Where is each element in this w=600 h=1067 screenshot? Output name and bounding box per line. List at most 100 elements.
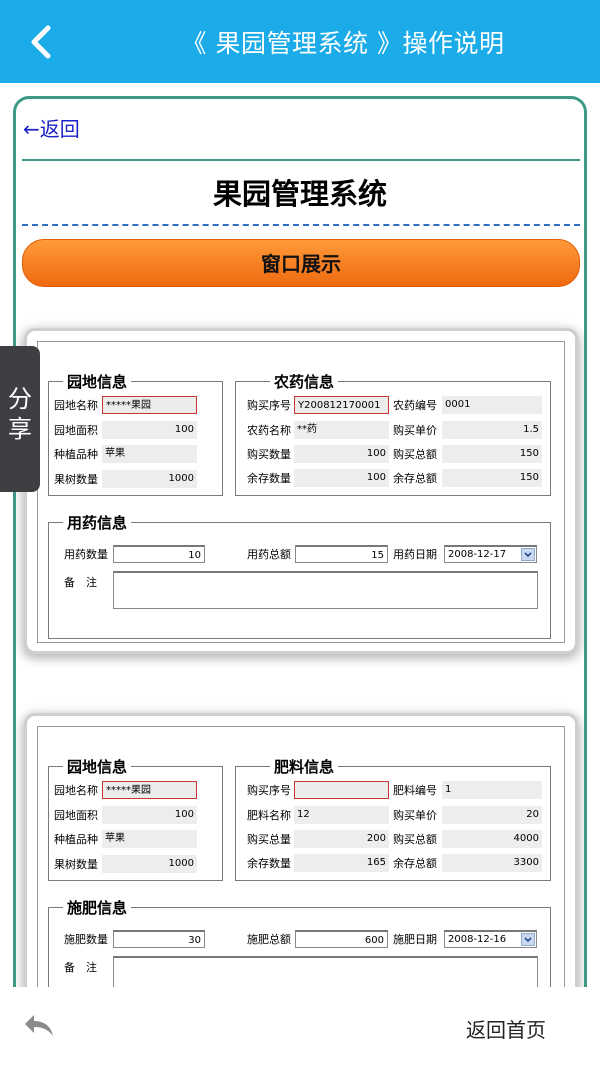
garden-area-row: 园地面积 100 <box>54 806 214 824</box>
garden-info-group: 园地信息 园地名称 *****果园 园地面积 100 种植品种 苹果 果树数量 … <box>48 371 223 496</box>
garden-name-row: 园地名称 *****果园 <box>54 781 214 799</box>
fertilizer-name-field[interactable]: 12 <box>294 806 389 824</box>
fertilizing-total-input[interactable]: 600 <box>295 930 388 948</box>
purchase-qty-field[interactable]: 200 <box>294 830 389 848</box>
top-bar: 《 果园管理系统 》操作说明 <box>0 0 600 83</box>
fertilizer-info-group: 肥料信息 购买序号 肥料编号 1 肥料名称 12 购买单价 20 购买总量 20… <box>235 756 551 881</box>
divider-solid <box>22 159 580 161</box>
usage-date-value: 2008-12-17 <box>448 549 507 560</box>
pesticide-info-group: 农药信息 购买序号 Y200812170001 农药编号 0001 农药名称 *… <box>235 371 551 496</box>
fertilizer-code-label: 肥料编号 <box>393 784 437 797</box>
usage-info-legend: 用药信息 <box>63 512 132 533</box>
usage-qty-input[interactable]: 10 <box>113 545 205 563</box>
reply-back-icon[interactable] <box>22 1011 56 1039</box>
usage-date-picker[interactable]: 2008-12-17 <box>444 545 537 563</box>
tree-count-field[interactable]: 1000 <box>102 470 197 488</box>
back-arrow-icon[interactable] <box>22 22 62 62</box>
garden-area-label: 园地面积 <box>54 424 98 437</box>
fertilizer-name-label: 肥料名称 <box>247 809 291 822</box>
purchase-seq-field[interactable]: Y200812170001 <box>294 396 389 414</box>
pesticide-name-field[interactable]: **药 <box>294 421 389 439</box>
remaining-qty-field[interactable]: 165 <box>294 854 389 872</box>
purchase-seq-label: 购买序号 <box>247 784 291 797</box>
garden-variety-label: 种植品种 <box>54 448 98 461</box>
remaining-total-field[interactable]: 150 <box>442 469 542 487</box>
fertilizer-code-field[interactable]: 1 <box>442 781 542 799</box>
purchase-seq-field[interactable] <box>294 781 389 799</box>
usage-total-input[interactable]: 15 <box>295 545 388 563</box>
pesticide-code-field[interactable]: 0001 <box>442 396 542 414</box>
purchase-qty-label: 购买数量 <box>247 448 291 461</box>
garden-variety-row: 种植品种 苹果 <box>54 445 214 463</box>
note-label: 备 注 <box>64 576 97 589</box>
fertilizing-qty-input[interactable]: 30 <box>113 930 205 948</box>
usage-qty-label: 用药数量 <box>64 548 108 561</box>
tree-count-label: 果树数量 <box>54 473 98 486</box>
garden-name-label: 园地名称 <box>54 784 98 797</box>
section-window-display-button[interactable]: 窗口展示 <box>22 239 580 287</box>
garden-variety-row: 种植品种 苹果 <box>54 830 214 848</box>
purchase-seq-label: 购买序号 <box>247 399 291 412</box>
bottom-bar: 返回首页 <box>0 987 600 1067</box>
page-header-title: 《 果园管理系统 》操作说明 <box>181 28 505 58</box>
note-textarea[interactable] <box>113 571 538 609</box>
note-row: 备 注 <box>64 958 104 976</box>
tree-count-row: 果树数量 1000 <box>54 855 214 873</box>
purchase-qty-row: 购买数量 100 购买总额 150 <box>247 445 547 463</box>
share-tab[interactable]: 分 享 <box>0 346 40 492</box>
garden-variety-field[interactable]: 苹果 <box>102 445 197 463</box>
page-title: 果园管理系统 <box>212 177 387 211</box>
garden-name-row: 园地名称 *****果园 <box>54 396 214 414</box>
fertilizing-total-label: 施肥总额 <box>247 933 291 946</box>
usage-info-group: 用药信息 用药数量 10 用药总额 15 用药日期 2008-12-17 备 注 <box>48 512 551 639</box>
garden-name-label: 园地名称 <box>54 399 98 412</box>
garden-name-field[interactable]: *****果园 <box>102 781 197 799</box>
usage-row: 用药数量 10 用药总额 15 用药日期 2008-12-17 <box>64 545 544 563</box>
purchase-qty-row: 购买总量 200 购买总额 4000 <box>247 830 547 848</box>
back-to-home-link[interactable]: 返回首页 <box>466 1014 546 1043</box>
note-row: 备 注 <box>64 573 104 591</box>
app-window: 园地信息 园地名称 *****果园 园地面积 100 种植品种 苹果 果树数量 … <box>37 341 565 643</box>
garden-name-field[interactable]: *****果园 <box>102 396 197 414</box>
garden-info-legend: 园地信息 <box>63 756 132 777</box>
fertilizing-info-legend: 施肥信息 <box>63 897 132 918</box>
remaining-total-label: 余存总额 <box>393 472 437 485</box>
unit-price-field[interactable]: 1.5 <box>442 421 542 439</box>
unit-price-field[interactable]: 20 <box>442 806 542 824</box>
tree-count-field[interactable]: 1000 <box>102 855 197 873</box>
purchase-total-field[interactable]: 150 <box>442 445 542 463</box>
screenshot-card-pesticide: 园地信息 园地名称 *****果园 园地面积 100 种植品种 苹果 果树数量 … <box>27 331 575 651</box>
tree-count-label: 果树数量 <box>54 858 98 871</box>
garden-variety-field[interactable]: 苹果 <box>102 830 197 848</box>
fertilizing-date-picker[interactable]: 2008-12-16 <box>444 930 537 948</box>
garden-area-field[interactable]: 100 <box>102 806 197 824</box>
usage-date-label: 用药日期 <box>393 548 437 561</box>
remaining-total-label: 余存总额 <box>393 857 437 870</box>
share-char-1: 分 <box>8 385 32 413</box>
remaining-qty-label: 余存数量 <box>247 857 291 870</box>
pesticide-name-row: 农药名称 **药 购买单价 1.5 <box>247 421 547 439</box>
return-link[interactable]: ←返回 <box>23 113 80 142</box>
fertilizing-row: 施肥数量 30 施肥总额 600 施肥日期 2008-12-16 <box>64 930 544 948</box>
chevron-down-icon[interactable] <box>521 548 535 561</box>
remaining-qty-label: 余存数量 <box>247 472 291 485</box>
fertilizer-info-legend: 肥料信息 <box>270 756 339 777</box>
remaining-qty-field[interactable]: 100 <box>294 469 389 487</box>
share-char-2: 享 <box>8 415 32 443</box>
garden-area-field[interactable]: 100 <box>102 421 197 439</box>
remaining-total-field[interactable]: 3300 <box>442 854 542 872</box>
garden-variety-label: 种植品种 <box>54 833 98 846</box>
content-frame: ←返回 果园管理系统 窗口展示 园地信息 园地名称 *****果园 园地面积 1… <box>13 96 587 1046</box>
fertilizer-name-row: 肥料名称 12 购买单价 20 <box>247 806 547 824</box>
purchase-qty-label: 购买总量 <box>247 833 291 846</box>
fertilizing-date-label: 施肥日期 <box>393 933 437 946</box>
purchase-seq-row: 购买序号 Y200812170001 农药编号 0001 <box>247 396 547 414</box>
pesticide-code-label: 农药编号 <box>393 399 437 412</box>
purchase-total-field[interactable]: 4000 <box>442 830 542 848</box>
divider-dashed <box>22 224 580 226</box>
purchase-qty-field[interactable]: 100 <box>294 445 389 463</box>
pesticide-name-label: 农药名称 <box>247 424 291 437</box>
remaining-row: 余存数量 165 余存总额 3300 <box>247 854 547 872</box>
chevron-down-icon[interactable] <box>521 933 535 946</box>
note-label: 备 注 <box>64 961 97 974</box>
